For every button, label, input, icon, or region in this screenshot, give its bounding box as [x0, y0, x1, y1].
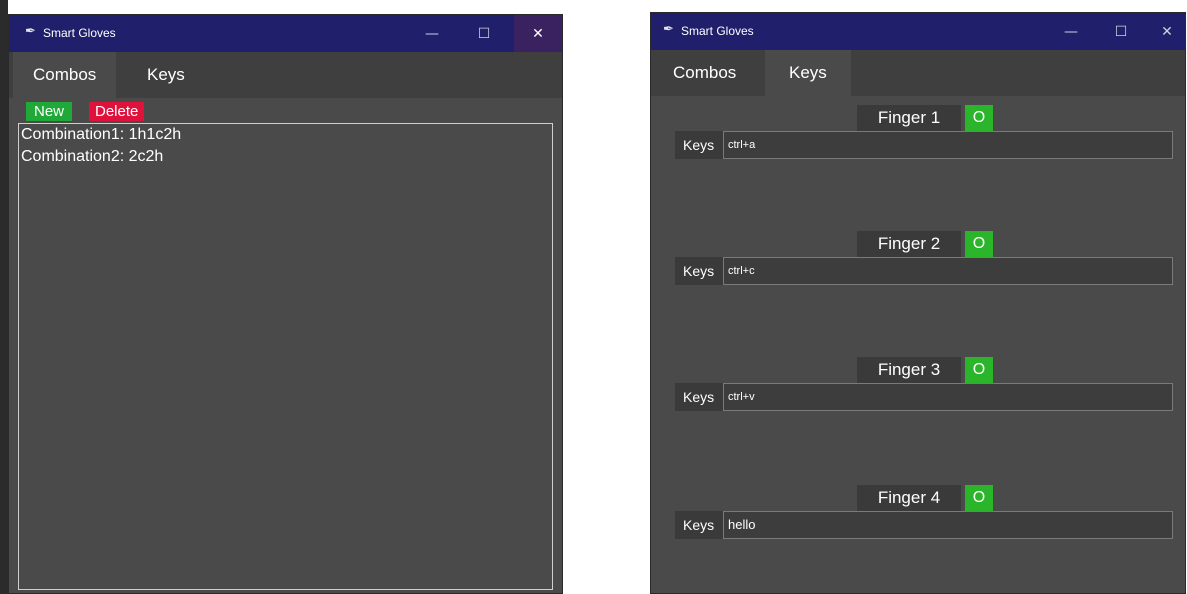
close-icon: ✕	[532, 25, 544, 42]
finger-2-label: Finger 2	[857, 231, 961, 257]
maximize-button[interactable]: ☐	[464, 15, 504, 52]
minimize-button[interactable]: —	[1051, 13, 1091, 50]
finger-3-keys-label: Keys	[675, 383, 723, 411]
finger-1-toggle[interactable]: O	[965, 105, 993, 131]
tab-bar: Combos Keys	[9, 52, 562, 98]
smart-gloves-window-combos: ✒ Smart Gloves — ☐ ✕ Combos Keys New Del…	[8, 14, 563, 594]
finger-1-keys-label: Keys	[675, 131, 723, 159]
smart-gloves-window-keys: ✒ Smart Gloves — ☐ ✕ Combos Keys Finger …	[650, 12, 1186, 594]
finger-4-toggle[interactable]: O	[965, 485, 993, 511]
finger-1-label: Finger 1	[857, 105, 961, 131]
window-title: Smart Gloves	[43, 26, 116, 40]
close-button[interactable]: ✕	[514, 15, 562, 52]
close-button[interactable]: ✕	[1147, 13, 1187, 50]
tab-combos[interactable]: Combos	[13, 52, 117, 98]
maximize-icon: ☐	[1114, 23, 1128, 40]
minimize-icon: —	[425, 25, 439, 42]
feather-icon: ✒	[663, 22, 674, 37]
finger-1-keys-input[interactable]: ctrl+a	[723, 131, 1173, 159]
finger-2-toggle[interactable]: O	[965, 231, 993, 257]
list-item[interactable]: Combination1: 1h1c2h	[19, 124, 552, 146]
finger-2-keys-input[interactable]: ctrl+c	[723, 257, 1173, 285]
close-icon: ✕	[1161, 23, 1173, 40]
window-title: Smart Gloves	[681, 24, 754, 38]
minimize-icon: —	[1064, 23, 1078, 40]
titlebar[interactable]: ✒ Smart Gloves — ☐ ✕	[651, 13, 1185, 50]
titlebar[interactable]: ✒ Smart Gloves — ☐ ✕	[9, 15, 562, 52]
maximize-icon: ☐	[477, 25, 491, 42]
new-button[interactable]: New	[26, 102, 73, 121]
delete-button[interactable]: Delete	[89, 102, 145, 121]
finger-3-toggle[interactable]: O	[965, 357, 993, 383]
tab-keys[interactable]: Keys	[765, 50, 851, 96]
finger-3-label: Finger 3	[857, 357, 961, 383]
combos-listbox[interactable]: Combination1: 1h1c2h Combination2: 2c2h	[18, 123, 553, 590]
tab-combos[interactable]: Combos	[653, 50, 756, 96]
maximize-button[interactable]: ☐	[1101, 13, 1141, 50]
feather-icon: ✒	[25, 24, 36, 39]
finger-4-keys-input[interactable]: hello	[723, 511, 1173, 539]
tab-bar: Combos Keys	[651, 50, 1185, 96]
tab-keys[interactable]: Keys	[127, 52, 205, 98]
finger-4-label: Finger 4	[857, 485, 961, 511]
finger-4-keys-label: Keys	[675, 511, 723, 539]
list-item[interactable]: Combination2: 2c2h	[19, 146, 552, 168]
background-app-strip	[0, 0, 8, 594]
finger-2-keys-label: Keys	[675, 257, 723, 285]
finger-3-keys-input[interactable]: ctrl+v	[723, 383, 1173, 411]
minimize-button[interactable]: —	[412, 15, 452, 52]
